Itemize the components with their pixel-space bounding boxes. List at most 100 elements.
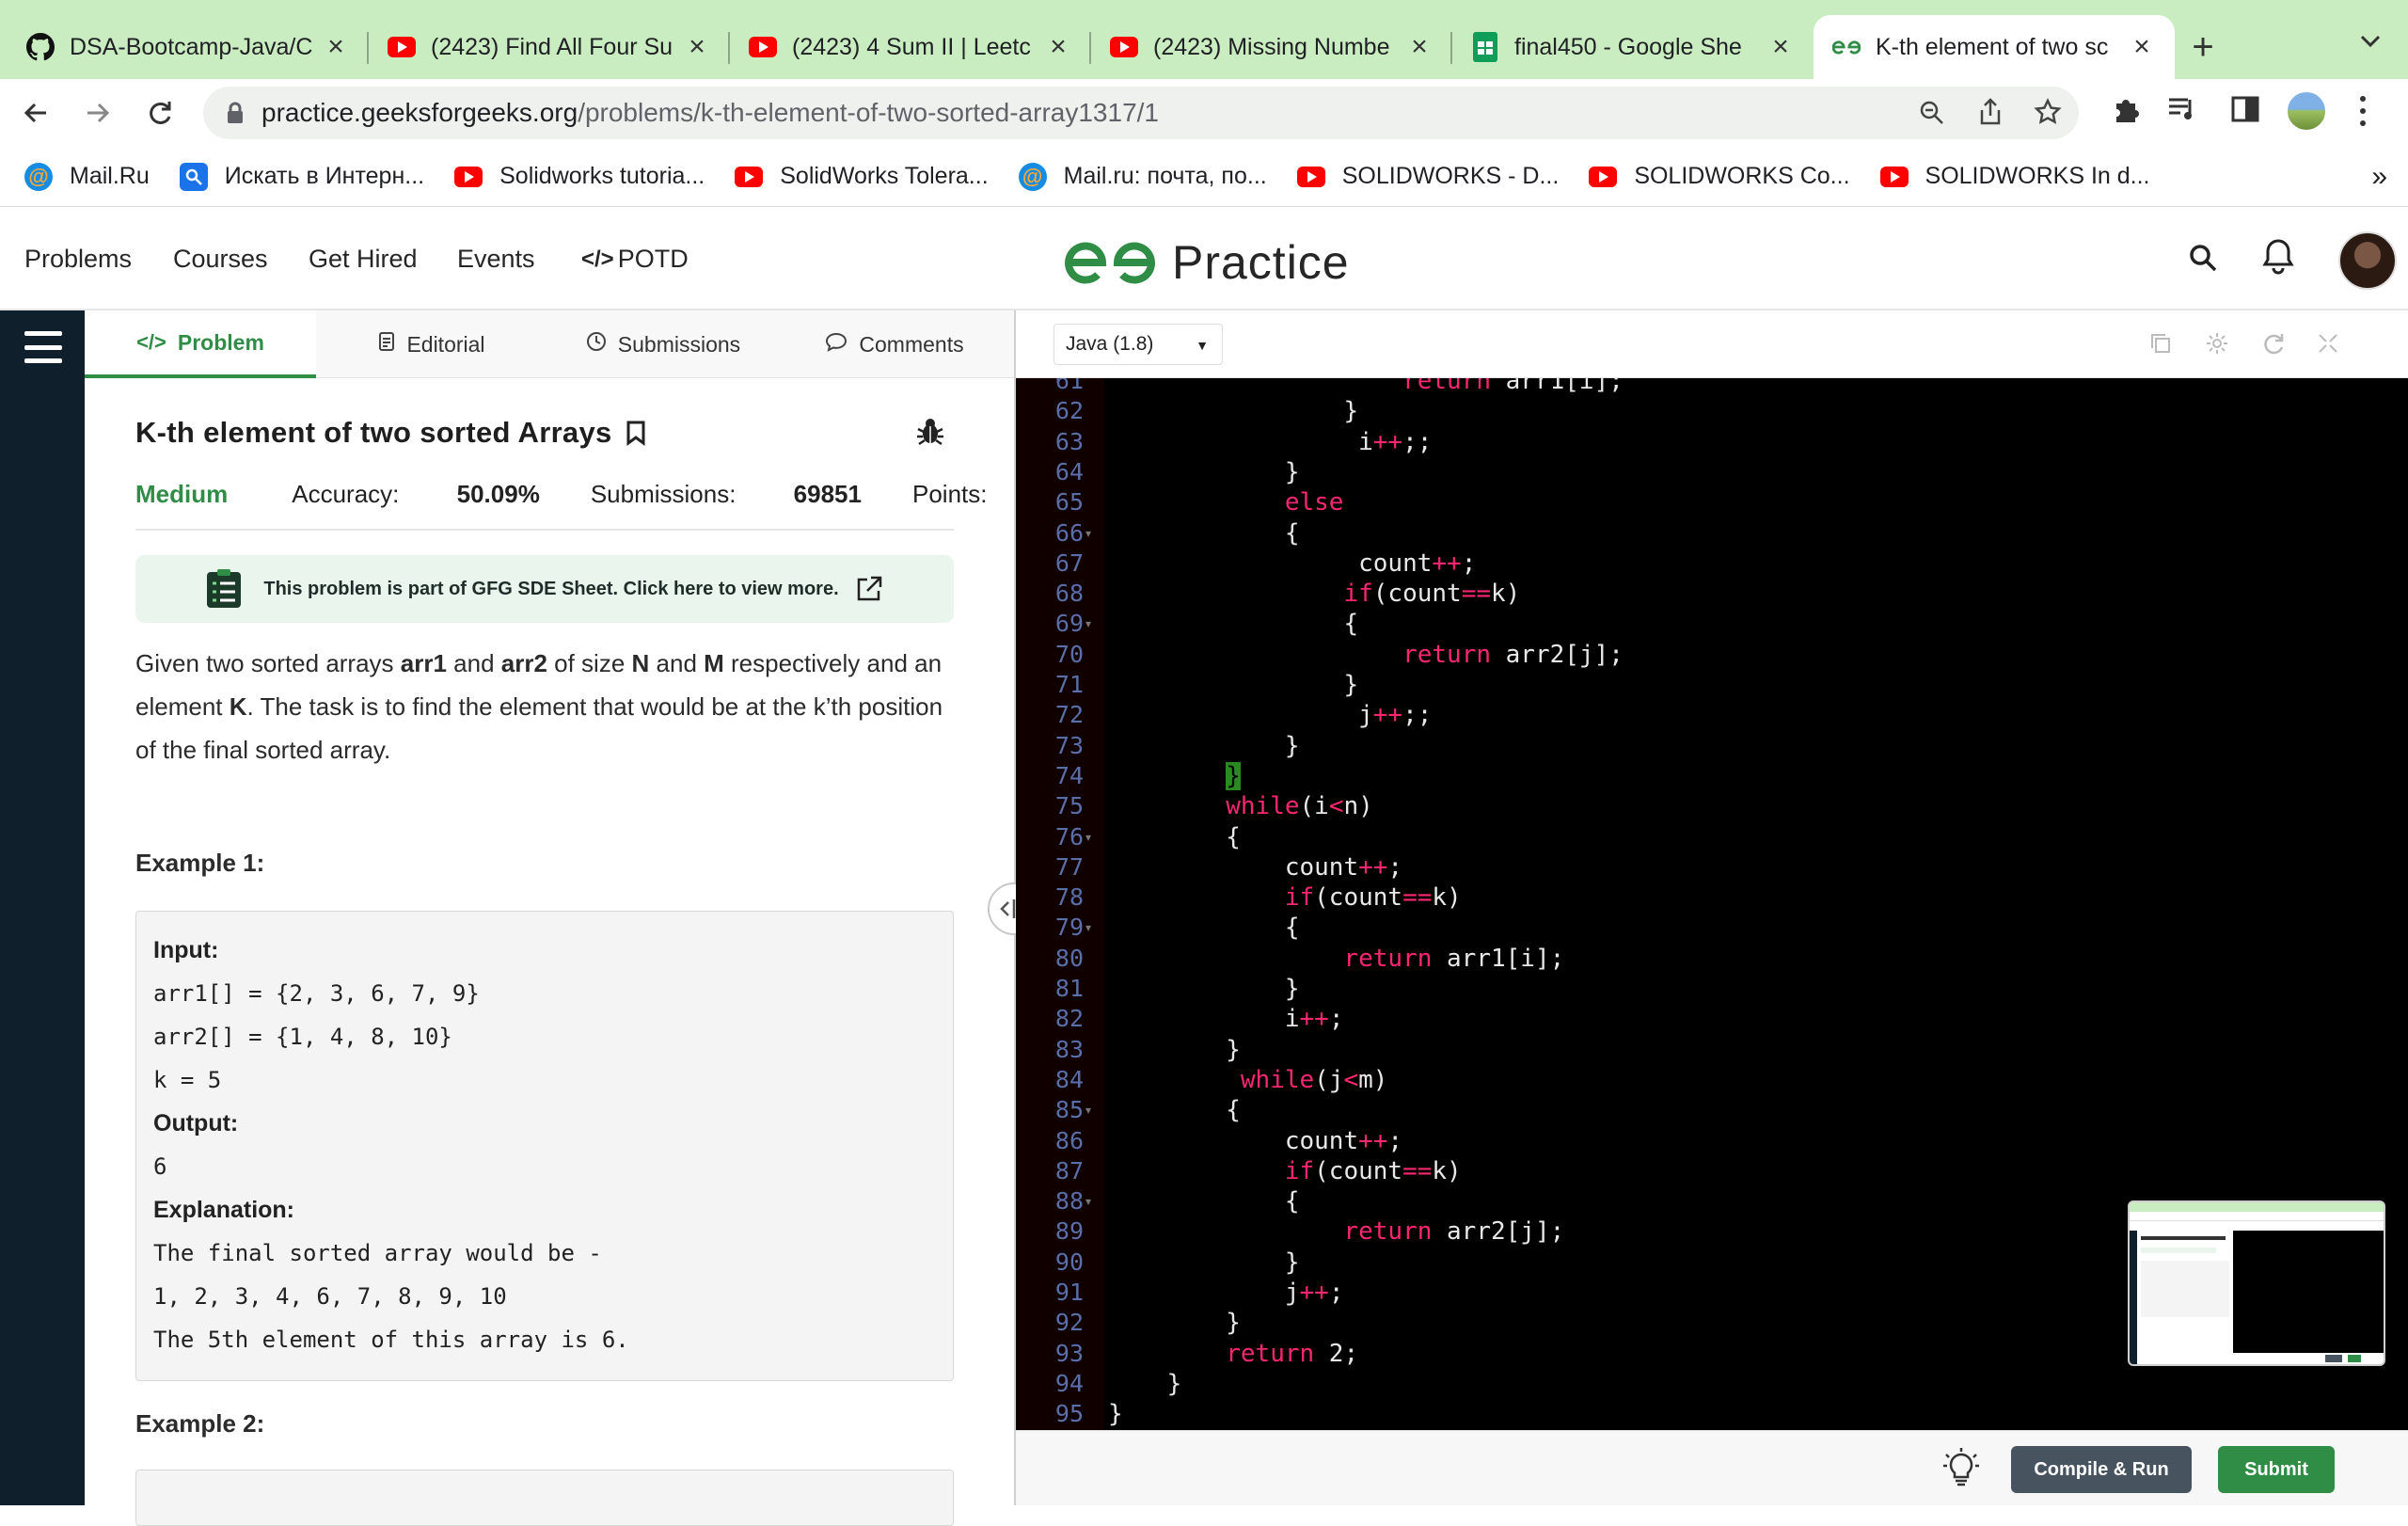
- line-number: 78: [1054, 883, 1084, 912]
- tab-search-chevron-icon[interactable]: [2352, 23, 2389, 60]
- bookmark-item[interactable]: SOLIDWORKS - D...: [1296, 163, 1559, 191]
- line-number: 77: [1054, 852, 1084, 881]
- tab-label: Problem: [177, 329, 264, 355]
- sheet-checklist-icon: [205, 568, 243, 610]
- code-line: }: [1108, 1369, 1182, 1398]
- share-icon[interactable]: [1977, 98, 2004, 133]
- browser-tab[interactable]: (2423) Missing Numbe ×: [1091, 15, 1452, 79]
- desc-arr1: arr1: [400, 649, 447, 677]
- close-tab-icon[interactable]: ×: [1405, 31, 1434, 62]
- editor-toolbar: Java (1.8) ▼: [1016, 310, 2408, 378]
- bookmark-star-icon[interactable]: [2034, 98, 2062, 133]
- fold-arrow-icon[interactable]: ▾: [1085, 1195, 1091, 1208]
- youtube-icon: [388, 33, 416, 61]
- code-line: {: [1108, 1187, 1300, 1216]
- copy-icon[interactable]: [2147, 329, 2175, 358]
- reload-icon[interactable]: [134, 87, 186, 139]
- side-nav: [0, 310, 85, 1505]
- hamburger-menu-icon[interactable]: [24, 331, 62, 363]
- fullscreen-icon[interactable]: [2314, 329, 2342, 358]
- address-bar[interactable]: practice.geeksforgeeks.org/problems/k-th…: [203, 87, 2079, 139]
- close-tab-icon[interactable]: ×: [1766, 31, 1795, 62]
- browser-menu-icon[interactable]: [2352, 92, 2374, 130]
- youtube-icon: [1296, 163, 1325, 191]
- close-tab-icon[interactable]: ×: [2128, 31, 2156, 62]
- line-number: 61: [1054, 378, 1084, 394]
- desc-arr2: arr2: [500, 649, 547, 677]
- tab-editorial[interactable]: Editorial: [316, 310, 547, 378]
- reset-icon[interactable]: [2259, 329, 2288, 358]
- bookmark-item[interactable]: SolidWorks Tolera...: [735, 163, 989, 191]
- tab-submissions[interactable]: Submissions: [547, 310, 779, 378]
- sde-sheet-banner[interactable]: This problem is part of GFG SDE Sheet. C…: [135, 555, 954, 623]
- side-panel-icon[interactable]: [2231, 96, 2259, 127]
- forward-arrow-icon[interactable]: [71, 87, 124, 139]
- bookmark-item[interactable]: @ Mail.Ru: [24, 162, 150, 191]
- desc-text: Given two sorted arrays: [135, 649, 401, 677]
- bookmark-item[interactable]: Искать в Интерн...: [179, 162, 424, 191]
- browser-tab[interactable]: final450 - Google She ×: [1452, 15, 1814, 79]
- bookmark-item[interactable]: SOLIDWORKS Co...: [1589, 163, 1850, 191]
- new-tab-button[interactable]: +: [2175, 15, 2231, 79]
- submit-button[interactable]: Submit: [2218, 1446, 2335, 1493]
- example-line: arr1[] = {2, 3, 6, 7, 9}: [153, 980, 480, 1007]
- nav-events[interactable]: Events: [457, 245, 535, 274]
- settings-gear-icon[interactable]: [2203, 329, 2231, 358]
- close-tab-icon[interactable]: ×: [1044, 31, 1072, 62]
- profile-avatar[interactable]: [2286, 90, 2327, 132]
- fold-arrow-icon[interactable]: ▾: [1085, 921, 1091, 934]
- close-tab-icon[interactable]: ×: [322, 31, 350, 62]
- accuracy-stat: Accuracy: 50.09%: [292, 480, 540, 509]
- screen-preview-thumbnail[interactable]: [2128, 1200, 2385, 1366]
- language-select[interactable]: Java (1.8) ▼: [1054, 324, 1223, 365]
- code-line: }: [1108, 975, 1300, 1003]
- browser-tab[interactable]: (2423) 4 Sum II | Leetc ×: [730, 15, 1091, 79]
- user-avatar[interactable]: [2338, 231, 2397, 290]
- fold-arrow-icon[interactable]: ▾: [1085, 831, 1091, 844]
- media-queue-icon[interactable]: [2167, 96, 2197, 127]
- code-line: }: [1108, 1309, 1241, 1338]
- code-line: return arr2[j];: [1402, 640, 1624, 669]
- gfg-practice-logo[interactable]: Practice: [1063, 235, 1350, 290]
- fold-arrow-icon[interactable]: ▾: [1085, 527, 1091, 540]
- bookmark-item[interactable]: Solidworks tutoria...: [454, 163, 705, 191]
- external-link-icon: [854, 574, 884, 604]
- tab-label: Comments: [859, 331, 964, 357]
- notification-bell-icon[interactable]: [2261, 237, 2295, 279]
- tab-comments[interactable]: Comments: [779, 310, 1010, 378]
- bookmark-icon[interactable]: [626, 420, 646, 446]
- extensions-puzzle-icon[interactable]: [2111, 94, 2141, 129]
- nav-potd[interactable]: </> POTD: [581, 245, 689, 274]
- close-tab-icon[interactable]: ×: [683, 31, 711, 62]
- report-bug-icon[interactable]: [914, 416, 946, 453]
- bookmark-label: SOLIDWORKS In d...: [1925, 163, 2150, 189]
- search-icon[interactable]: [2188, 243, 2218, 278]
- fold-arrow-icon[interactable]: ▾: [1085, 1104, 1091, 1117]
- zoom-icon[interactable]: [1919, 100, 1945, 133]
- line-number: 93: [1054, 1339, 1084, 1367]
- output-value: 6: [153, 1153, 167, 1180]
- line-number: 69: [1054, 610, 1084, 638]
- fold-arrow-icon[interactable]: ▾: [1085, 617, 1091, 630]
- nav-courses[interactable]: Courses: [173, 245, 268, 274]
- bookmark-item[interactable]: SOLIDWORKS In d...: [1879, 163, 2150, 191]
- tab-problem[interactable]: </> Problem: [85, 310, 316, 378]
- line-number: 70: [1054, 640, 1084, 668]
- tab-title: final450 - Google She: [1514, 33, 1742, 60]
- browser-tab[interactable]: DSA-Bootcamp-Java/C ×: [8, 15, 369, 79]
- lock-icon[interactable]: [226, 102, 245, 124]
- browser-tab-active[interactable]: K-th element of two sc ×: [1814, 15, 2175, 79]
- compile-run-button[interactable]: Compile & Run: [2011, 1446, 2192, 1493]
- bookmarks-overflow-button[interactable]: »: [2371, 161, 2387, 193]
- browser-tab[interactable]: (2423) Find All Four Su ×: [369, 15, 730, 79]
- nav-get-hired[interactable]: Get Hired: [309, 245, 418, 274]
- tab-title: DSA-Bootcamp-Java/C: [70, 33, 313, 60]
- code-line: if(count==k): [1284, 883, 1462, 913]
- nav-problems[interactable]: Problems: [24, 245, 132, 274]
- tab-label: Submissions: [617, 331, 741, 357]
- line-number: 62: [1054, 397, 1084, 425]
- back-arrow-icon[interactable]: [9, 87, 62, 139]
- bookmark-item[interactable]: @ Mail.ru: почта, по...: [1018, 162, 1267, 191]
- browser-toolbar: practice.geeksforgeeks.org/problems/k-th…: [0, 79, 2408, 147]
- lightbulb-hint-icon[interactable]: [1938, 1444, 1985, 1491]
